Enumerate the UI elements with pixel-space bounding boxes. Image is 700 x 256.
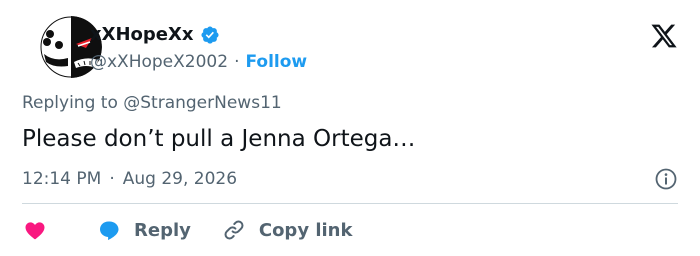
like-button[interactable] [22,218,48,242]
x-logo-icon[interactable] [650,22,678,50]
heart-icon [25,222,45,240]
display-name-row: xXHopeXx [90,24,307,46]
verified-badge-icon [200,25,220,45]
copy-link-button[interactable]: Copy link [221,218,353,242]
reply-label: Reply [134,219,191,241]
copy-link-label: Copy link [258,219,353,241]
display-name[interactable]: xXHopeXx [90,24,194,46]
reply-button[interactable]: Reply [96,218,191,242]
tweet-text: Please don’t pull a Jenna Ortega… [22,126,416,152]
link-icon [224,220,244,240]
tweet-time[interactable]: 12:14 PM [22,166,101,192]
reply-context: Replying to @StrangerNews11 [22,92,282,114]
tweet-date[interactable]: Aug 29, 2026 [123,166,237,192]
reply-mention[interactable]: @StrangerNews11 [123,93,281,113]
reply-bubble-icon [100,221,119,241]
handle-separator: · [234,52,240,72]
author-handle[interactable]: @xXHopeX2002 [90,50,228,74]
info-icon[interactable] [654,167,678,191]
action-bar: Reply Copy link [22,216,352,244]
divider [22,203,678,204]
meta-separator: · [109,169,115,189]
author-info: xXHopeXx @xXHopeX2002 · Follow [90,24,307,74]
reply-prefix: Replying to [22,93,118,113]
tweet-meta: 12:14 PM · Aug 29, 2026 [22,166,678,192]
handle-row: @xXHopeX2002 · Follow [90,50,307,74]
tweet-header: xXHopeXx @xXHopeX2002 · Follow [22,14,682,84]
follow-button[interactable]: Follow [245,50,307,74]
